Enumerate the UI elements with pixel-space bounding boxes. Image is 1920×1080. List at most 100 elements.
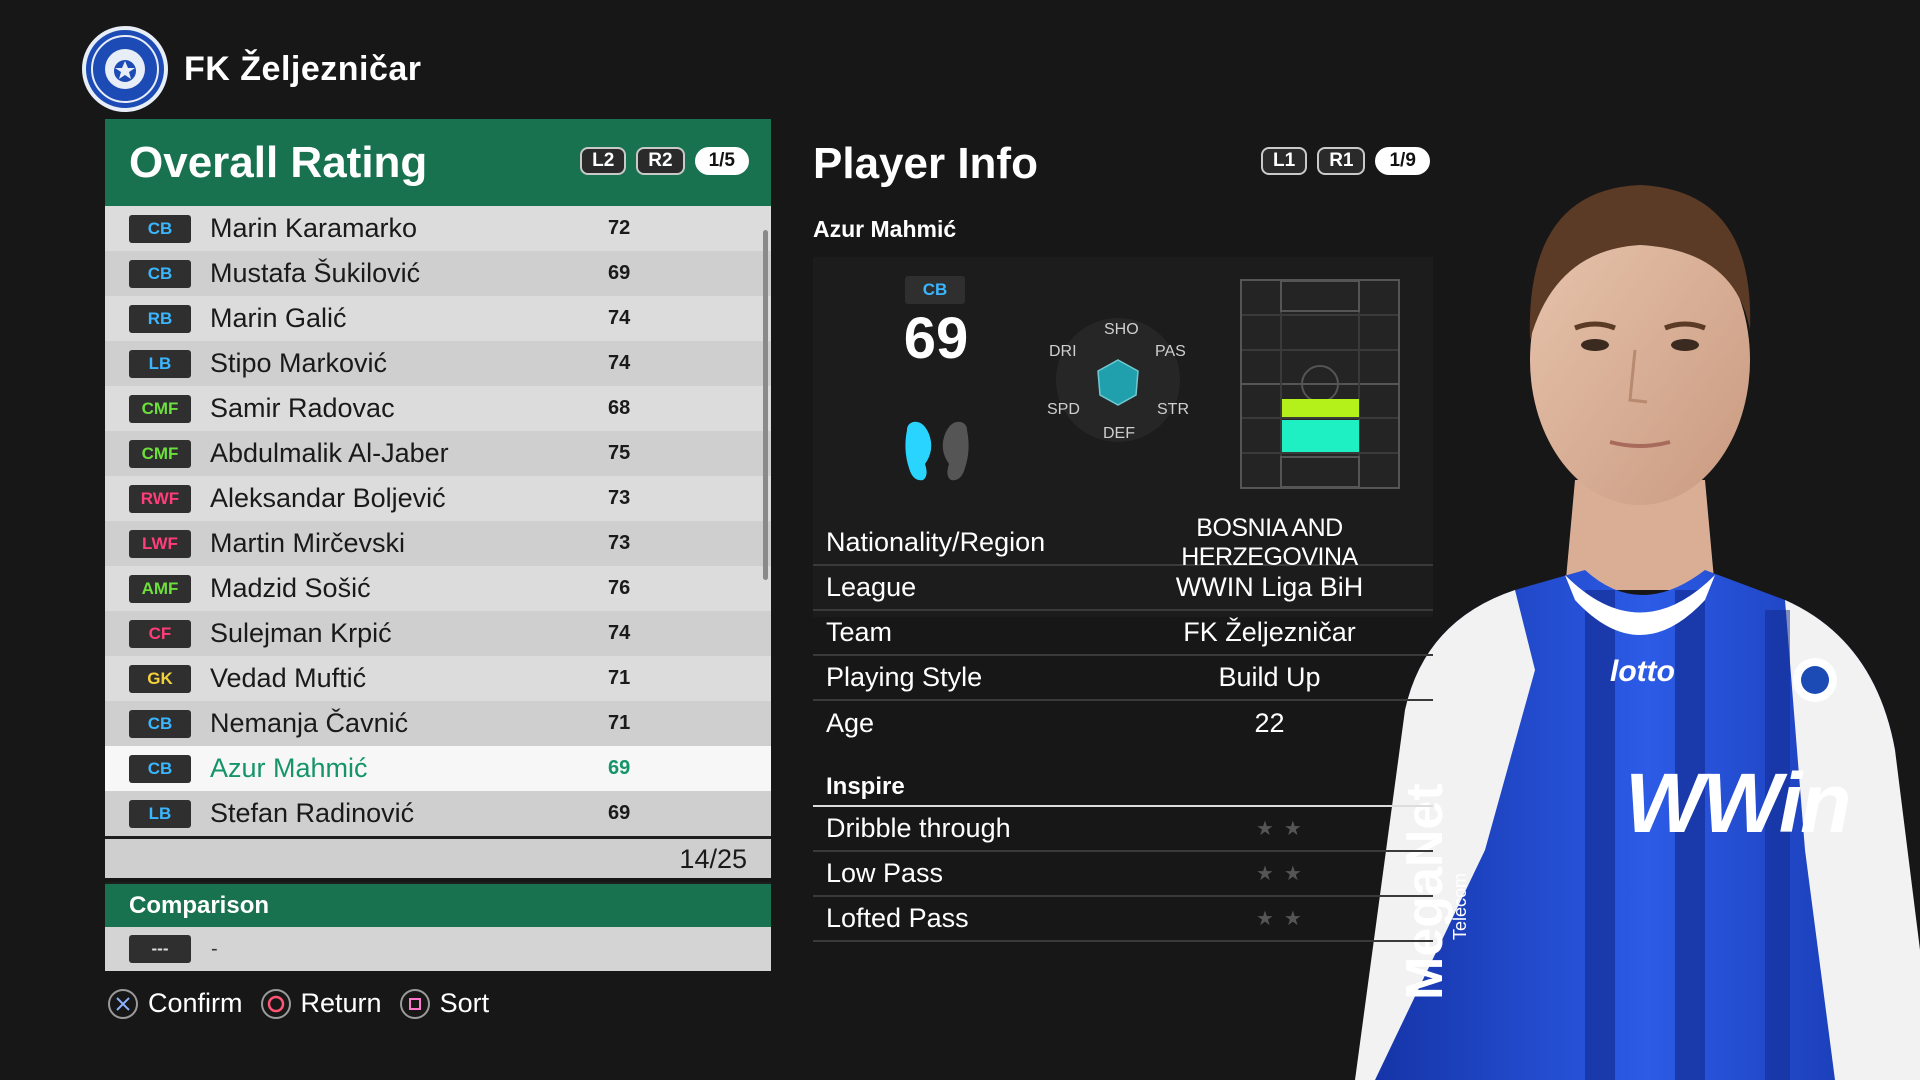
position-badge: CB xyxy=(129,214,191,243)
info-label: Playing Style xyxy=(826,662,983,692)
player-overall-rating: 69 xyxy=(903,306,969,371)
info-value: BOSNIA AND HERZEGOVINA xyxy=(1181,513,1358,571)
overall-rating-panel: Overall Rating L2 R2 1/5 CB Marin Karamar… xyxy=(105,119,771,971)
info-value: WWIN Liga BiH xyxy=(1175,572,1364,602)
sort-cycle-buttons: L2 R2 1/5 xyxy=(580,147,749,175)
hex-label-def: DEF xyxy=(1103,425,1135,442)
info-row: Nationality/Region BOSNIA AND HERZEGOVINA xyxy=(813,514,1433,571)
player-row-rating: 71 xyxy=(608,712,631,734)
club-header: FK Željezničar xyxy=(82,26,422,112)
info-row: Age 22 xyxy=(813,701,1433,746)
player-position-badge: CB xyxy=(905,276,965,304)
player-info-title: Player Info xyxy=(813,139,1038,188)
player-row[interactable]: RWF Aleksandar Boljević 73 xyxy=(105,476,771,521)
info-page-indicator: 1/9 xyxy=(1375,147,1430,175)
player-row-rating: 74 xyxy=(608,352,631,374)
l2-button[interactable]: L2 xyxy=(580,147,627,175)
position-badge: LB xyxy=(129,349,191,378)
position-badge: LWF xyxy=(129,529,191,558)
l1-button[interactable]: L1 xyxy=(1261,147,1308,175)
position-badge: CF xyxy=(129,619,191,648)
cross-button-icon xyxy=(108,988,138,1019)
overall-rating-header: Overall Rating L2 R2 1/5 xyxy=(105,119,771,206)
info-cycle-buttons: L1 R1 1/9 xyxy=(1261,147,1430,175)
player-row[interactable]: RB Marin Galić 74 xyxy=(105,296,771,341)
player-row-name: Stipo Marković xyxy=(210,348,388,378)
club-crest-icon xyxy=(82,26,168,112)
hex-label-sho: SHO xyxy=(1104,321,1139,338)
inspire-row: Low Pass ★★ xyxy=(813,852,1433,897)
position-badge: RWF xyxy=(129,484,191,513)
player-list-scrollbar[interactable] xyxy=(763,230,768,580)
kit-sponsor-logo: WWin xyxy=(1625,756,1851,850)
inspire-label: Lofted Pass xyxy=(826,903,969,933)
player-row-rating: 75 xyxy=(608,442,631,464)
position-badge: CB xyxy=(129,259,191,288)
player-row[interactable]: CB Mustafa Šukilović 69 xyxy=(105,251,771,296)
inspire-row: Dribble through ★★ xyxy=(813,807,1433,852)
player-row[interactable]: GK Vedad Muftić 71 xyxy=(105,656,771,701)
player-row-rating: 69 xyxy=(608,802,631,824)
info-value: 22 xyxy=(1254,708,1285,738)
player-list[interactable]: CB Marin Karamarko 72 CB Mustafa Šukilović 69… xyxy=(105,206,771,836)
position-badge: RB xyxy=(129,304,191,333)
player-row[interactable]: LB Stefan Radinović 69 xyxy=(105,791,771,836)
circle-button-icon xyxy=(260,988,291,1019)
player-row-name: Azur Mahmić xyxy=(210,753,368,783)
comparison-header: Comparison xyxy=(105,882,771,927)
info-row: Playing Style Build Up xyxy=(813,656,1433,701)
position-badge: CMF xyxy=(129,439,191,468)
r1-button[interactable]: R1 xyxy=(1317,147,1366,175)
player-row-name: Vedad Muftić xyxy=(210,663,367,693)
player-row[interactable]: AMF Madzid Sošić 76 xyxy=(105,566,771,611)
player-row[interactable]: CMF Abdulmalik Al-Jaber 75 xyxy=(105,431,771,476)
sort-prompt[interactable]: Sort xyxy=(399,988,489,1019)
player-row[interactable]: CF Sulejman Krpić 74 xyxy=(105,611,771,656)
overall-rating-title: Overall Rating xyxy=(129,137,428,187)
player-row[interactable]: LWF Martin Mirčevski 73 xyxy=(105,521,771,566)
inspire-stars-icon: ★★ xyxy=(1256,818,1312,840)
player-row[interactable]: LB Stipo Marković 74 xyxy=(105,341,771,386)
info-label: Nationality/Region xyxy=(826,527,1046,557)
player-row[interactable]: CMF Samir Radovac 68 xyxy=(105,386,771,431)
player-row-name: Martin Mirčevski xyxy=(210,528,406,558)
player-row-rating: 69 xyxy=(608,262,631,284)
info-label: League xyxy=(826,572,917,602)
player-row-name: Abdulmalik Al-Jaber xyxy=(210,438,449,468)
info-label: Age xyxy=(826,708,875,738)
player-row-name: Nemanja Čavnić xyxy=(210,708,409,738)
confirm-label: Confirm xyxy=(148,988,243,1018)
info-value: FK Željezničar xyxy=(1183,617,1356,647)
club-name: FK Željezničar xyxy=(184,49,422,88)
hex-label-pas: PAS xyxy=(1155,343,1186,360)
return-prompt[interactable]: Return xyxy=(260,988,382,1019)
position-badge: CB xyxy=(129,754,191,783)
player-row[interactable]: CB Azur Mahmić 69 xyxy=(105,746,771,791)
hex-label-dri: DRI xyxy=(1049,343,1077,360)
comparison-row[interactable]: --- - xyxy=(105,927,771,971)
position-badge: CB xyxy=(129,709,191,738)
r2-button[interactable]: R2 xyxy=(636,147,685,175)
inspire-label: Dribble through xyxy=(826,813,1011,843)
player-row-rating: 73 xyxy=(608,532,631,554)
player-row-rating: 68 xyxy=(608,397,631,419)
info-row: League WWIN Liga BiH xyxy=(813,566,1433,611)
kit-sleeve-sub: Telecom xyxy=(1450,872,1470,940)
sort-page-indicator: 1/5 xyxy=(694,147,749,175)
player-row[interactable]: CB Nemanja Čavnić 71 xyxy=(105,701,771,746)
player-row-rating: 74 xyxy=(608,622,631,644)
player-row-name: Madzid Sošić xyxy=(210,573,371,603)
player-row-name: Stefan Radinović xyxy=(210,798,415,828)
player-row[interactable]: CB Marin Karamarko 72 xyxy=(105,206,771,251)
confirm-prompt[interactable]: Confirm xyxy=(108,988,243,1019)
square-button-icon xyxy=(399,988,430,1019)
hex-label-str: STR xyxy=(1157,401,1189,418)
player-row-rating: 73 xyxy=(608,487,631,509)
inspire-label: Low Pass xyxy=(826,858,944,888)
player-row-rating: 72 xyxy=(608,217,631,239)
player-row-rating: 71 xyxy=(608,667,631,689)
player-row-name: Mustafa Šukilović xyxy=(210,258,421,288)
position-badge: CMF xyxy=(129,394,191,423)
inspire-stars-icon: ★★ xyxy=(1256,863,1312,885)
button-prompts: Confirm Return Sort xyxy=(108,988,489,1019)
